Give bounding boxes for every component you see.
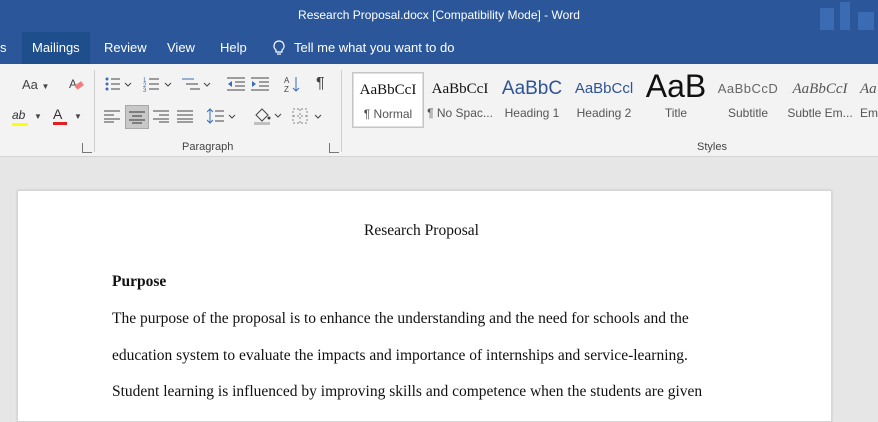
style-name: Em (860, 106, 878, 120)
show-formatting-button[interactable]: ¶ (316, 75, 325, 93)
tell-me-search[interactable]: Tell me what you want to do (272, 32, 454, 64)
style-preview: AaBbCcD (717, 81, 779, 96)
style-name: ¶ Normal (363, 107, 413, 121)
highlight-color-swatch (12, 123, 28, 126)
paint-bucket-icon (254, 108, 282, 125)
change-case-button[interactable]: Aa ▼ (22, 77, 49, 92)
line-spacing-button[interactable] (206, 108, 237, 127)
style-preview: AaB (645, 72, 707, 104)
style-normal[interactable]: AaBbCcI ¶ Normal (352, 72, 424, 128)
title-bar: Research Proposal.docx [Compatibility Mo… (0, 0, 878, 32)
tab-view[interactable]: View (157, 32, 205, 64)
tab-review[interactable]: Review (94, 32, 157, 64)
style-name: Heading 1 (504, 106, 560, 120)
ribbon: Aa ▼ A ab ▼ A ▼ 1 2 3 A Z ¶ Paragraph Aa… (0, 64, 878, 157)
font-color-button[interactable]: A (53, 106, 67, 125)
align-left-icon (104, 110, 120, 123)
lightbulb-icon (273, 40, 285, 55)
paragraph-line: The purpose of the proposal is to enhanc… (112, 310, 689, 327)
align-left-button[interactable] (104, 109, 120, 126)
bullets-icon (105, 77, 132, 91)
bullets-button[interactable] (104, 76, 132, 95)
chevron-down-icon: ▼ (41, 82, 50, 91)
style-name: Subtle Em... (787, 106, 853, 120)
style-heading-1[interactable]: AaBbC Heading 1 (497, 72, 567, 126)
shading-button[interactable] (253, 107, 283, 128)
paragraph-line: education system to evaluate the impacts… (112, 347, 688, 364)
highlighter-icon: ab (12, 108, 26, 122)
align-right-button[interactable] (153, 109, 169, 126)
sort-icon: A Z (284, 76, 300, 94)
style-name: Title (664, 106, 688, 120)
align-center-icon (129, 111, 145, 124)
pilcrow-icon: ¶ (316, 75, 325, 92)
style-name: Subtitle (727, 106, 769, 120)
style-name: Heading 2 (576, 106, 632, 120)
style-preview: Aa (860, 81, 877, 97)
eraser-icon: A (69, 77, 84, 91)
paragraph-line: Student learning is influenced by improv… (112, 383, 703, 400)
style-no-spacing[interactable]: AaBbCcI ¶ No Spac... (425, 72, 495, 126)
style-name: ¶ No Spac... (427, 106, 493, 120)
svg-text:A: A (284, 76, 290, 85)
title-bar-decoration (840, 2, 850, 30)
style-emphasis[interactable]: Aa Em (857, 72, 878, 126)
justify-button[interactable] (177, 109, 193, 126)
style-preview: AaBbCcI (359, 82, 417, 98)
group-separator (341, 70, 342, 152)
paragraph-group-label: Paragraph (182, 141, 234, 153)
style-subtitle[interactable]: AaBbCcD Subtitle (713, 72, 783, 126)
chevron-down-icon[interactable]: ▼ (74, 112, 82, 121)
font-color-swatch (53, 122, 67, 125)
sort-button[interactable]: A Z (284, 75, 300, 96)
line-spacing-icon (206, 108, 236, 124)
style-subtle-emphasis[interactable]: AaBbCcI Subtle Em... (785, 72, 855, 126)
tab-partial[interactable]: s (0, 32, 17, 64)
style-preview: AaBbCcl (574, 80, 634, 97)
tab-help[interactable]: Help (210, 32, 257, 64)
title-bar-decoration (820, 8, 834, 30)
chevron-down-icon[interactable]: ▼ (34, 112, 42, 121)
svg-text:3: 3 (143, 88, 147, 92)
justify-icon (177, 110, 193, 123)
paragraph-dialog-launcher-icon[interactable] (329, 143, 339, 153)
section-heading: Purpose (112, 273, 167, 290)
font-color-icon: A (53, 106, 63, 122)
numbering-button[interactable]: 1 2 3 (143, 76, 173, 95)
styles-group-label: Styles (697, 141, 727, 153)
tell-me-label: Tell me what you want to do (294, 40, 455, 55)
style-title[interactable]: AaB Title (641, 72, 711, 126)
borders-button[interactable] (292, 108, 324, 127)
document-title: Research Proposal (364, 222, 479, 239)
multilevel-list-icon (182, 78, 211, 90)
ribbon-tab-bar: s Mailings Review View Help Tell me what… (0, 32, 878, 64)
clear-formatting-button[interactable]: A (68, 76, 84, 95)
style-preview: AaBbCcI (792, 81, 848, 97)
style-preview: AaBbCcI (431, 81, 489, 97)
decrease-indent-icon (227, 77, 245, 91)
style-preview: AaBbC (501, 78, 563, 99)
borders-icon (292, 108, 322, 124)
increase-indent-icon (251, 77, 269, 91)
increase-indent-button[interactable] (251, 76, 269, 95)
svg-text:A: A (69, 77, 77, 91)
title-bar-decoration (858, 12, 874, 30)
svg-text:Z: Z (284, 85, 289, 93)
highlight-color-button[interactable]: ab (12, 108, 28, 126)
tab-mailings[interactable]: Mailings (22, 32, 90, 64)
multilevel-list-button[interactable] (182, 76, 212, 95)
numbering-icon: 1 2 3 (143, 78, 172, 94)
align-center-button[interactable] (125, 105, 149, 129)
style-heading-2[interactable]: AaBbCcl Heading 2 (569, 72, 639, 126)
change-case-label: Aa (22, 77, 38, 92)
decrease-indent-button[interactable] (227, 76, 245, 95)
align-right-icon (153, 110, 169, 123)
window-title: Research Proposal.docx [Compatibility Mo… (298, 8, 580, 22)
group-separator (94, 70, 95, 152)
font-dialog-launcher-icon[interactable] (82, 143, 92, 153)
